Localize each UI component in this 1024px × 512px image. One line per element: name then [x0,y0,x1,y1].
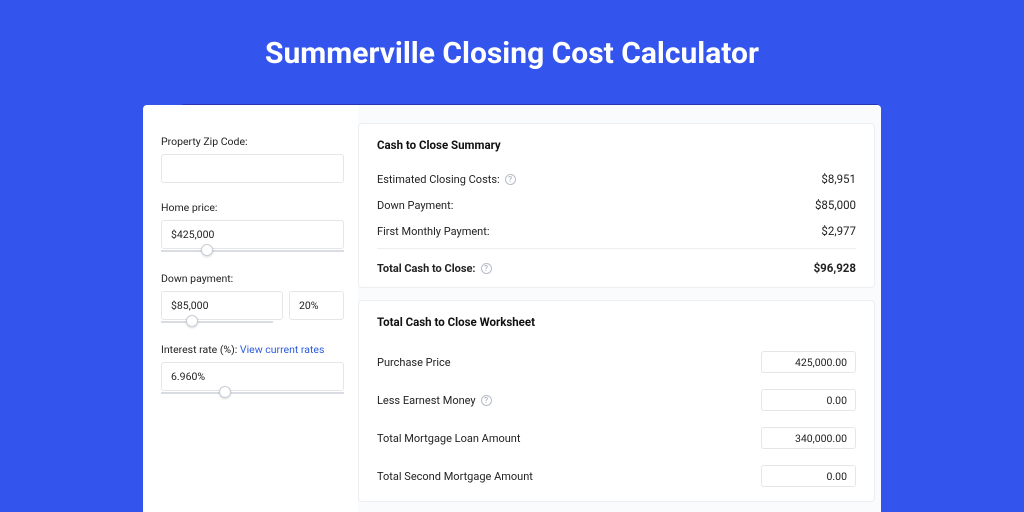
summary-row-total: Total Cash to Close: ? $96,928 [377,248,856,281]
row-value: $2,977 [821,224,856,238]
worksheet-heading: Total Cash to Close Worksheet [377,315,856,329]
slider-thumb[interactable] [201,244,213,256]
down-payment-group: Down payment: [161,272,344,325]
page-title: Summerville Closing Cost Calculator [0,0,1024,93]
second-mortgage-input[interactable] [761,465,856,487]
results-column: Cash to Close Summary Estimated Closing … [358,105,881,512]
slider-track [161,250,344,252]
summary-heading: Cash to Close Summary [377,138,856,152]
earnest-money-input[interactable] [761,389,856,411]
help-icon[interactable]: ? [481,395,492,406]
worksheet-row-purchase-price: Purchase Price [377,343,856,381]
summary-row-down-payment: Down Payment: $85,000 [377,192,856,218]
row-value: $85,000 [815,198,856,212]
summary-row-first-monthly: First Monthly Payment: $2,977 [377,218,856,244]
view-rates-link[interactable]: View current rates [240,343,325,356]
purchase-price-input[interactable] [761,351,856,373]
row-label: Total Second Mortgage Amount [377,470,533,483]
help-icon[interactable]: ? [481,263,492,274]
interest-slider[interactable] [161,390,344,396]
worksheet-row-second-mortgage: Total Second Mortgage Amount [377,457,856,495]
interest-input[interactable] [161,362,344,391]
summary-row-closing-costs: Estimated Closing Costs: ? $8,951 [377,166,856,192]
worksheet-row-earnest-money: Less Earnest Money ? [377,381,856,419]
down-payment-input[interactable] [161,291,283,320]
row-label: Estimated Closing Costs: [377,173,500,186]
interest-label: Interest rate (%): View current rates [161,343,344,356]
help-icon[interactable]: ? [505,174,516,185]
row-value: $8,951 [821,172,856,186]
down-payment-slider[interactable] [161,319,273,325]
worksheet-panel: Total Cash to Close Worksheet Purchase P… [358,300,875,502]
down-payment-label: Down payment: [161,272,344,285]
row-value: $96,928 [814,261,856,275]
slider-thumb[interactable] [219,386,231,398]
mortgage-amount-input[interactable] [761,427,856,449]
row-label: First Monthly Payment: [377,225,490,238]
home-price-slider[interactable] [161,248,344,254]
zip-label: Property Zip Code: [161,135,344,148]
summary-panel: Cash to Close Summary Estimated Closing … [358,123,875,288]
home-price-input[interactable] [161,220,344,249]
zip-input[interactable] [161,154,344,183]
zip-group: Property Zip Code: [161,135,344,183]
inputs-panel: Property Zip Code: Home price: Down paym… [143,105,358,512]
row-label: Purchase Price [377,356,451,369]
calculator-card: Property Zip Code: Home price: Down paym… [143,105,881,512]
row-label: Less Earnest Money [377,394,476,407]
slider-track [161,321,273,323]
down-payment-pct-input[interactable] [289,291,344,320]
row-label: Total Mortgage Loan Amount [377,432,520,445]
slider-thumb[interactable] [186,315,198,327]
slider-track [161,392,344,394]
interest-label-text: Interest rate (%): [161,343,237,356]
home-price-group: Home price: [161,201,344,254]
row-label: Down Payment: [377,199,453,212]
row-label: Total Cash to Close: [377,262,476,275]
worksheet-row-mortgage-amount: Total Mortgage Loan Amount [377,419,856,457]
home-price-label: Home price: [161,201,344,214]
interest-group: Interest rate (%): View current rates [161,343,344,396]
